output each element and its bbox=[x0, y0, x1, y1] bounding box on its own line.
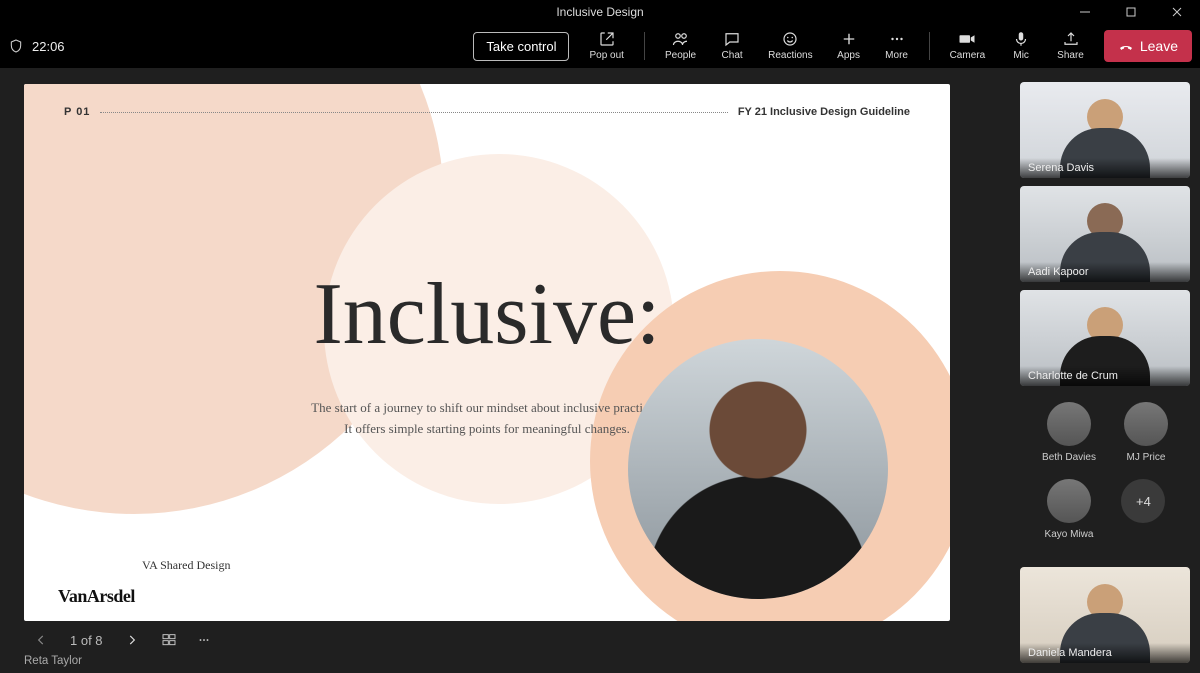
mic-button[interactable]: Mic bbox=[999, 28, 1043, 64]
slide-shared-label: VA Shared Design bbox=[142, 558, 230, 573]
window-titlebar: Inclusive Design bbox=[0, 0, 1200, 24]
more-label: More bbox=[885, 50, 908, 61]
mic-icon bbox=[1012, 30, 1030, 48]
participant-name: MJ Price bbox=[1127, 452, 1166, 463]
leave-button[interactable]: Leave bbox=[1104, 30, 1192, 62]
next-slide-button[interactable] bbox=[121, 629, 143, 651]
toolbar-separator bbox=[644, 32, 645, 60]
participant-name: Serena Davis bbox=[1020, 158, 1190, 178]
leave-label: Leave bbox=[1140, 38, 1178, 54]
people-button[interactable]: People bbox=[655, 28, 706, 64]
participant-name bbox=[1142, 529, 1145, 540]
slide-counter: 1 of 8 bbox=[70, 633, 103, 648]
apps-button[interactable]: Apps bbox=[827, 28, 871, 64]
meeting-toolbar: 22:06 Take control Pop out People bbox=[0, 24, 1200, 68]
chat-icon bbox=[723, 30, 741, 48]
participant-overflow-row: Kayo Miwa +4 bbox=[1020, 479, 1190, 540]
participant-tile[interactable]: Charlotte de Crum bbox=[1020, 290, 1190, 386]
share-label: Share bbox=[1057, 50, 1084, 61]
stage-wrap: P 01 FY 21 Inclusive Design Guideline In… bbox=[0, 68, 1020, 673]
participant-name: Daniela Mandera bbox=[1020, 643, 1190, 663]
camera-icon bbox=[957, 30, 977, 48]
shared-slide: P 01 FY 21 Inclusive Design Guideline In… bbox=[24, 84, 950, 621]
reactions-label: Reactions bbox=[768, 50, 812, 61]
window-title: Inclusive Design bbox=[0, 5, 1200, 19]
reactions-icon bbox=[781, 30, 799, 48]
avatar-icon bbox=[1124, 402, 1168, 446]
participant-name: Beth Davies bbox=[1042, 452, 1096, 463]
slide-page-marker: P 01 bbox=[64, 106, 90, 118]
participant-chip[interactable]: Kayo Miwa bbox=[1045, 479, 1094, 540]
dotted-rule bbox=[100, 112, 727, 113]
popout-label: Pop out bbox=[589, 50, 623, 61]
people-icon bbox=[671, 30, 691, 48]
participant-name: Kayo Miwa bbox=[1045, 529, 1094, 540]
camera-button[interactable]: Camera bbox=[940, 28, 996, 64]
mic-label: Mic bbox=[1013, 50, 1029, 61]
participant-name: Aadi Kapoor bbox=[1020, 262, 1190, 282]
popout-button[interactable]: Pop out bbox=[579, 28, 633, 64]
participant-overflow-row: Beth Davies MJ Price bbox=[1020, 402, 1190, 463]
slide-more-button[interactable] bbox=[195, 633, 213, 647]
avatar-icon bbox=[1047, 479, 1091, 523]
slide-header-right: FY 21 Inclusive Design Guideline bbox=[738, 106, 910, 118]
participant-name: Charlotte de Crum bbox=[1020, 366, 1190, 386]
call-duration: 22:06 bbox=[32, 39, 65, 54]
slide-header: P 01 FY 21 Inclusive Design Guideline bbox=[64, 106, 910, 118]
chat-label: Chat bbox=[722, 50, 743, 61]
overflow-count-chip[interactable]: +4 bbox=[1121, 479, 1165, 540]
share-button[interactable]: Share bbox=[1047, 28, 1094, 64]
overflow-count: +4 bbox=[1121, 479, 1165, 523]
chat-button[interactable]: Chat bbox=[710, 28, 754, 64]
app-root: Inclusive Design 22:06 Take control bbox=[0, 0, 1200, 673]
popout-icon bbox=[598, 30, 616, 48]
presenter-name: Reta Taylor bbox=[24, 655, 1012, 667]
hangup-icon bbox=[1118, 38, 1134, 54]
share-icon bbox=[1062, 30, 1080, 48]
slide-portrait bbox=[628, 339, 888, 599]
apps-label: Apps bbox=[837, 50, 860, 61]
people-label: People bbox=[665, 50, 696, 61]
camera-label: Camera bbox=[950, 50, 986, 61]
take-control-button[interactable]: Take control bbox=[473, 32, 569, 61]
toolbar-left: 22:06 bbox=[8, 38, 65, 54]
more-icon bbox=[888, 30, 906, 48]
participant-chip[interactable]: Beth Davies bbox=[1042, 402, 1096, 463]
self-video-tile[interactable]: Daniela Mandera bbox=[1020, 567, 1190, 663]
toolbar-center: Take control Pop out People Chat bbox=[473, 28, 1192, 64]
shield-icon bbox=[8, 38, 24, 54]
reactions-button[interactable]: Reactions bbox=[758, 28, 822, 64]
prev-slide-button[interactable] bbox=[30, 629, 52, 651]
stage-footer: 1 of 8 bbox=[24, 629, 1012, 651]
meeting-body: P 01 FY 21 Inclusive Design Guideline In… bbox=[0, 68, 1200, 673]
toolbar-separator bbox=[929, 32, 930, 60]
participant-chip[interactable]: MJ Price bbox=[1124, 402, 1168, 463]
participant-tile[interactable]: Aadi Kapoor bbox=[1020, 186, 1190, 282]
participant-tile[interactable]: Serena Davis bbox=[1020, 82, 1190, 178]
participant-panel: Serena Davis Aadi Kapoor Charlotte de Cr… bbox=[1020, 68, 1200, 673]
slide-logo: VanArsdel bbox=[58, 586, 135, 607]
plus-icon bbox=[840, 30, 858, 48]
more-button[interactable]: More bbox=[875, 28, 919, 64]
grid-view-button[interactable] bbox=[161, 632, 177, 648]
avatar-icon bbox=[1047, 402, 1091, 446]
